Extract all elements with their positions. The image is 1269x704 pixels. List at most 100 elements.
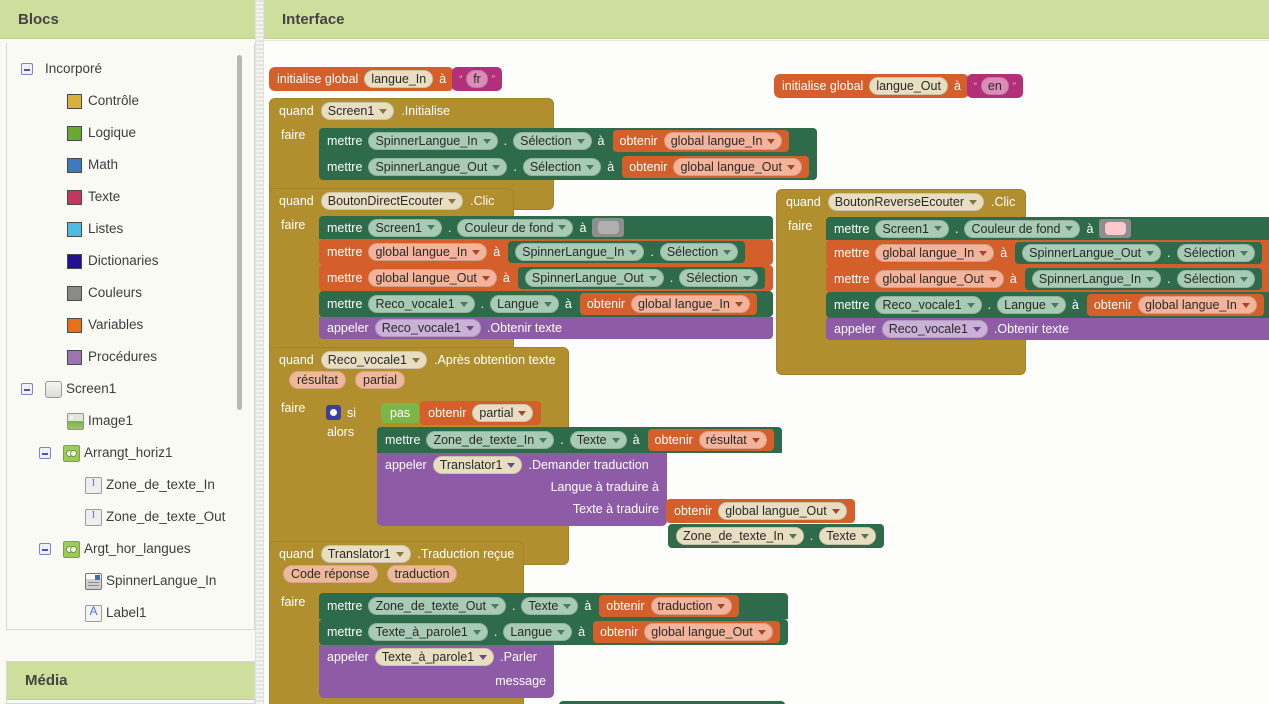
property-dropdown[interactable]: Texte: [819, 527, 877, 545]
component-dropdown[interactable]: Translator1: [320, 545, 411, 563]
variable-dropdown[interactable]: global langue_In: [1138, 296, 1257, 314]
category-listes[interactable]: Listes: [7, 213, 254, 245]
variable-dropdown[interactable]: partial: [472, 404, 534, 422]
component-dropdown[interactable]: Reco_vocale1: [368, 295, 475, 313]
value-spinner-selection[interactable]: SpinnerLangue_Out . Sélection: [1015, 242, 1262, 264]
value-get-global-langue-out[interactable]: obtenir global langue_Out: [593, 621, 780, 643]
category-math[interactable]: Math: [7, 149, 254, 181]
statement-set-spinner-in[interactable]: mettre SpinnerLangue_In . Sélection à ob…: [319, 128, 817, 154]
statement-call-tts-parler[interactable]: appeler Texte_à_parole1 .Parler message: [319, 645, 554, 698]
block-if-then[interactable]: si alors: [319, 399, 375, 493]
property-dropdown[interactable]: Langue: [490, 295, 559, 313]
value-get-global[interactable]: obtenir global langue_Out: [622, 156, 809, 178]
tree-item-spinnerlangue-in[interactable]: SpinnerLangue_In: [7, 565, 254, 597]
tree-scrollbar[interactable]: [237, 55, 248, 613]
component-dropdown[interactable]: Reco_vocale1: [374, 319, 481, 337]
variable-dropdown[interactable]: global langue_Out: [875, 270, 1004, 288]
block-when-boutonreverseecouter-clic[interactable]: quand BoutonReverseEcouter .Clic faire m…: [776, 189, 1269, 375]
statement-call-translator-demander-traduction[interactable]: appeler Translator1 .Demander traduction…: [377, 453, 667, 526]
variable-name-field[interactable]: langue_In: [364, 70, 434, 88]
statement-set-screen-bgcolor[interactable]: mettre Screen1 . Couleur de fond à: [319, 216, 773, 239]
statement-set-screen-bgcolor[interactable]: mettre Screen1 . Couleur de fond à: [826, 217, 1269, 240]
value-get-global[interactable]: obtenir global langue_In: [612, 130, 790, 152]
color-swatch-block[interactable]: [592, 218, 625, 237]
category-variables[interactable]: Variables: [7, 309, 254, 341]
variable-dropdown[interactable]: traduction: [650, 597, 733, 615]
statement-set-zone-texte-in[interactable]: mettre Zone_de_texte_In . Texte à obteni…: [377, 427, 782, 453]
category-texte[interactable]: Texte: [7, 181, 254, 213]
property-dropdown[interactable]: Sélection: [1176, 270, 1255, 288]
category-dictionaries[interactable]: Dictionaries: [7, 245, 254, 277]
value-not-partial[interactable]: pas obtenir partial: [381, 401, 542, 425]
block-when-reco-apres-obtention-texte[interactable]: quand Reco_vocale1 .Après obtention text…: [269, 347, 885, 565]
tree-item-zone-de-texte-in[interactable]: Zone_de_texte_In: [7, 469, 254, 501]
property-dropdown[interactable]: Texte: [569, 431, 627, 449]
param-traduction[interactable]: traduction: [386, 565, 458, 583]
category-procedures[interactable]: Procédures: [7, 341, 254, 373]
statement-set-spinner-out[interactable]: mettre SpinnerLangue_Out . Sélection à o…: [319, 154, 817, 180]
collapse-toggle-icon[interactable]: [39, 447, 51, 459]
value-get-global[interactable]: obtenir global langue_In: [579, 293, 757, 315]
component-dropdown[interactable]: SpinnerLangue_Out: [368, 158, 508, 176]
value-get-resultat[interactable]: obtenir résultat: [647, 429, 774, 451]
property-dropdown[interactable]: Sélection: [522, 158, 602, 176]
tree-scrollbar-thumb[interactable]: [237, 55, 242, 410]
collapse-toggle-icon[interactable]: [21, 63, 33, 75]
category-controle[interactable]: Contrôle: [7, 85, 254, 117]
block-init-global-langue-in[interactable]: initialise global langue_In à “ fr ”: [269, 67, 502, 91]
variable-dropdown[interactable]: global langue_Out: [368, 269, 497, 287]
component-dropdown[interactable]: Reco_vocale1: [320, 351, 427, 369]
component-dropdown[interactable]: SpinnerLangue_In: [368, 132, 498, 150]
statement-call-reco-obtenir-texte[interactable]: appeler Reco_vocale1 .Obtenir texte: [826, 318, 1269, 340]
component-dropdown[interactable]: Zone_de_texte_Out: [368, 597, 506, 615]
collapse-toggle-icon[interactable]: [21, 383, 33, 395]
tree-item-zone-de-texte-out[interactable]: Zone_de_texte_Out: [7, 501, 254, 533]
tree-item-arrangt-horiz1[interactable]: Arrangt_horiz1: [7, 437, 254, 469]
text-value-field[interactable]: en: [980, 77, 1009, 95]
statement-set-reco-langue[interactable]: mettre Reco_vocale1 . Langue à obtenir g…: [826, 292, 1269, 318]
component-dropdown[interactable]: Texte_à_parole1: [374, 648, 495, 666]
component-dropdown[interactable]: SpinnerLangue_Out: [524, 269, 664, 287]
variable-dropdown[interactable]: global langue_Out: [673, 158, 802, 176]
statement-set-tts-langue[interactable]: mettre Texte_à_parole1 . Langue à obteni…: [319, 619, 788, 645]
component-dropdown[interactable]: BoutonReverseEcouter: [827, 193, 985, 211]
property-dropdown[interactable]: Texte: [521, 597, 579, 615]
param-resultat[interactable]: résultat: [289, 371, 346, 389]
component-dropdown[interactable]: Reco_vocale1: [881, 320, 988, 338]
component-dropdown[interactable]: Reco_vocale1: [875, 296, 982, 314]
block-init-global-langue-out[interactable]: initialise global langue_Out à “ en ”: [774, 74, 1023, 98]
variable-dropdown[interactable]: global langue_Out: [644, 623, 773, 641]
property-dropdown[interactable]: Langue: [997, 296, 1066, 314]
color-swatch-block[interactable]: [1099, 219, 1132, 238]
statement-set-global-langue-out[interactable]: mettre global langue_Out à SpinnerLangue…: [826, 266, 1269, 292]
property-dropdown[interactable]: Sélection: [679, 269, 758, 287]
panel-splitter[interactable]: [255, 0, 264, 704]
collapse-toggle-icon[interactable]: [39, 543, 51, 555]
value-spinner-selection[interactable]: SpinnerLangue_Out . Sélection: [517, 267, 765, 289]
property-dropdown[interactable]: Sélection: [513, 132, 592, 150]
category-logique[interactable]: Logique: [7, 117, 254, 149]
block-when-translator-traduction-recue[interactable]: quand Translator1 .Traduction reçue Code…: [269, 541, 788, 704]
tree-item-argt-hor-langues[interactable]: Argt_hor_langues: [7, 533, 254, 565]
value-get-partial[interactable]: obtenir partial: [420, 401, 542, 425]
property-dropdown[interactable]: Sélection: [659, 243, 739, 261]
component-dropdown[interactable]: Screen1: [875, 219, 949, 238]
tree-node-builtin[interactable]: Incorporé: [7, 53, 254, 85]
component-dropdown[interactable]: BoutonDirectEcouter: [320, 192, 464, 210]
statement-set-global-langue-in[interactable]: mettre global langue_In à SpinnerLangue_…: [319, 239, 773, 265]
property-dropdown[interactable]: Couleur de fond: [964, 219, 1081, 238]
property-dropdown[interactable]: Langue: [503, 623, 573, 641]
value-zone-texte-in-texte[interactable]: Zone_de_texte_In . Texte: [668, 524, 885, 548]
component-dropdown[interactable]: SpinnerLangue_In: [1031, 270, 1162, 288]
value-spinner-selection[interactable]: SpinnerLangue_In . Sélection: [508, 241, 746, 263]
statement-set-global-langue-out[interactable]: mettre global langue_Out à SpinnerLangue…: [319, 265, 773, 291]
tree-item-label1[interactable]: Label1: [7, 597, 254, 629]
statement-set-zone-texte-out[interactable]: mettre Zone_de_texte_Out . Texte à obten…: [319, 593, 788, 619]
text-value-field[interactable]: fr: [466, 70, 488, 88]
variable-dropdown[interactable]: résultat: [698, 431, 767, 449]
variable-dropdown[interactable]: global langue_In: [875, 244, 995, 262]
component-dropdown[interactable]: Screen1: [320, 102, 395, 120]
blocks-tree-container[interactable]: Incorporé Contrôle Logique Math Texte Li…: [6, 43, 255, 630]
param-partial[interactable]: partial: [355, 371, 406, 389]
param-code-reponse[interactable]: Code réponse: [283, 565, 378, 583]
